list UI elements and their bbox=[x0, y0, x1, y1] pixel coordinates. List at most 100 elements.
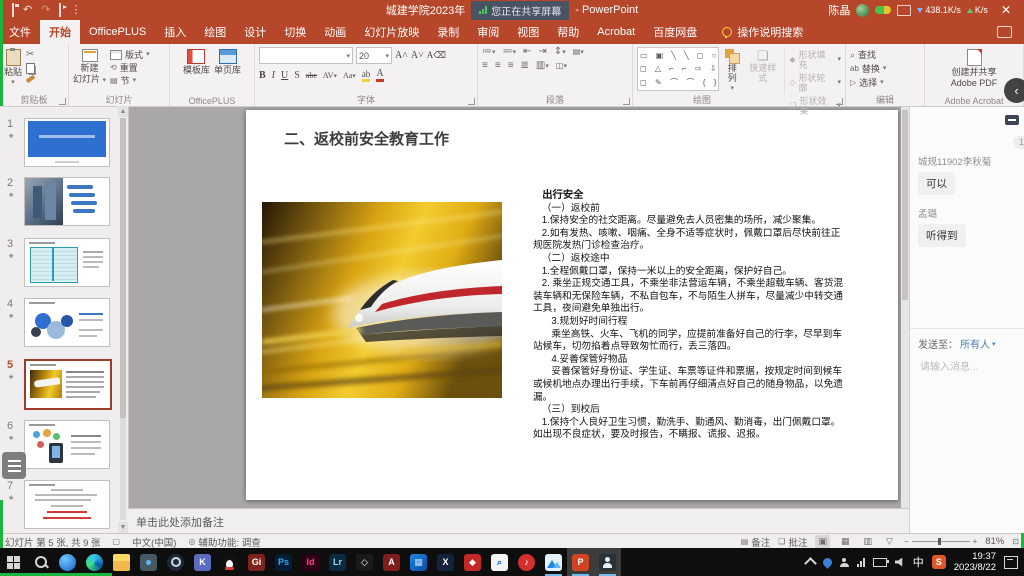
normal-view-button[interactable]: ▣ bbox=[815, 535, 830, 548]
taskbar-meeting-app[interactable] bbox=[594, 548, 621, 576]
taskbar-lanhu-app[interactable] bbox=[540, 548, 567, 576]
collapse-panel-button[interactable]: ‹ bbox=[1004, 78, 1024, 103]
text-shadow-icon[interactable]: S bbox=[294, 70, 300, 81]
chat-message-input[interactable] bbox=[918, 361, 1021, 374]
justify-icon[interactable]: ≣ bbox=[521, 61, 529, 71]
zoom-slider-thumb[interactable] bbox=[938, 538, 941, 545]
taskbar-indesign[interactable]: Id bbox=[297, 548, 324, 576]
font-dialog-launcher[interactable] bbox=[468, 98, 475, 105]
tab-acrobat[interactable]: Acrobat bbox=[588, 20, 644, 44]
copy-icon[interactable] bbox=[26, 63, 35, 74]
taskbar-x-app[interactable]: X bbox=[432, 548, 459, 576]
taskbar-search-button[interactable] bbox=[27, 548, 54, 576]
slide-sorter-view-button[interactable]: ▦ bbox=[838, 535, 853, 548]
taskbar-photoshop[interactable]: Ps bbox=[270, 548, 297, 576]
layout-button[interactable]: 版式▾ bbox=[110, 50, 150, 60]
thumbnail-scrollbar[interactable]: ▲ ▼ bbox=[118, 106, 128, 533]
start-button[interactable] bbox=[0, 548, 27, 576]
comments-bubble-icon[interactable] bbox=[997, 26, 1012, 38]
volume-icon[interactable] bbox=[895, 558, 905, 567]
taskbar-git-app[interactable]: Gi bbox=[243, 548, 270, 576]
align-center-icon[interactable]: ≡ bbox=[495, 61, 501, 71]
section-button[interactable]: ▤节▾ bbox=[110, 76, 150, 86]
change-case-icon[interactable]: Aa▾ bbox=[343, 71, 356, 80]
slide-thumbnail-7[interactable]: 7 ★ bbox=[24, 480, 108, 527]
language-indicator[interactable]: 中文(中国) bbox=[132, 535, 176, 549]
tab-home[interactable]: 开始 bbox=[40, 20, 80, 44]
taskbar-powerpoint[interactable]: P bbox=[567, 548, 594, 576]
close-icon[interactable]: ✕ bbox=[994, 3, 1018, 17]
shapes-gallery[interactable]: ▭▣╲╲◻○ ◻△⌐⌐⇨⇩ ◻✎⌒⌒{} bbox=[637, 47, 719, 91]
page-library-button[interactable]: 单页库 bbox=[214, 47, 241, 94]
ime-indicator[interactable]: 中 bbox=[913, 554, 924, 570]
replace-button[interactable]: ab替换▾ bbox=[850, 64, 886, 74]
clear-format-icon[interactable]: A⌫ bbox=[427, 50, 446, 61]
paragraph-dialog-launcher[interactable] bbox=[623, 98, 630, 105]
taskbar-steam[interactable] bbox=[162, 548, 189, 576]
slide-canvas[interactable]: 二、返校前安全教育工作 bbox=[246, 110, 898, 500]
taskbar-lightroom[interactable]: Lr bbox=[324, 548, 351, 576]
columns-icon[interactable]: ▥▾ bbox=[536, 61, 549, 71]
action-center-icon[interactable] bbox=[1004, 556, 1018, 569]
create-pdf-button[interactable]: 创建并共享 Adobe PDF bbox=[951, 47, 998, 94]
tab-view[interactable]: 视图 bbox=[508, 20, 548, 44]
taskbar-magnifier-app[interactable]: ⌕ bbox=[486, 548, 513, 576]
chat-bubble-icon[interactable] bbox=[1005, 115, 1019, 125]
zoom-slider[interactable]: − + bbox=[904, 537, 977, 546]
slide-thumbnail-5-selected[interactable]: 5 ★ bbox=[24, 359, 108, 406]
notes-toggle[interactable]: ▤备注 bbox=[741, 535, 771, 549]
taskbar-autocad[interactable]: A bbox=[378, 548, 405, 576]
line-spacing-icon[interactable]: ⇕▾ bbox=[554, 47, 566, 57]
bullets-icon[interactable]: ≔▾ bbox=[482, 47, 496, 57]
zoom-level[interactable]: 81% bbox=[985, 536, 1004, 547]
avatar[interactable] bbox=[856, 4, 869, 17]
tell-me-search[interactable]: 操作说明搜索 bbox=[722, 20, 803, 44]
display-icon[interactable] bbox=[897, 5, 911, 16]
scroll-down-icon[interactable]: ▼ bbox=[118, 522, 128, 533]
scrollbar-thumb[interactable] bbox=[120, 118, 126, 418]
drawing-dialog-launcher[interactable] bbox=[836, 98, 843, 105]
tab-slideshow[interactable]: 幻灯片放映 bbox=[355, 20, 428, 44]
underline-icon[interactable]: U bbox=[281, 70, 288, 81]
font-size-combo[interactable]: 20▾ bbox=[356, 47, 392, 64]
taskbar-remote-app[interactable] bbox=[135, 548, 162, 576]
find-button[interactable]: ⌕查找 bbox=[850, 50, 886, 60]
zoom-in-icon[interactable]: + bbox=[973, 537, 978, 546]
slideshow-view-button[interactable]: ▽ bbox=[883, 535, 896, 548]
slide-thumbnail-2[interactable]: 2 ★ bbox=[24, 177, 108, 224]
format-painter-icon[interactable] bbox=[26, 75, 36, 83]
strikethrough-icon[interactable]: abc bbox=[306, 71, 317, 80]
taskbar-blue-app[interactable]: ▦ bbox=[405, 548, 432, 576]
taskbar-red-app[interactable]: ◆ bbox=[459, 548, 486, 576]
align-right-icon[interactable]: ≡ bbox=[508, 61, 514, 71]
user-tray-icon[interactable] bbox=[840, 558, 849, 567]
reading-view-button[interactable]: ▥ bbox=[861, 535, 876, 548]
new-slide-button[interactable]: 新建 幻灯片 ▾ bbox=[73, 47, 106, 94]
shape-fill-button[interactable]: ◆形状填充▾ bbox=[789, 50, 841, 70]
tab-review[interactable]: 审阅 bbox=[468, 20, 508, 44]
zoom-out-icon[interactable]: − bbox=[904, 537, 909, 546]
tab-draw[interactable]: 绘图 bbox=[195, 20, 235, 44]
taskbar-file-explorer[interactable] bbox=[108, 548, 135, 576]
scrollbar-thumb[interactable] bbox=[902, 110, 908, 300]
redo-icon[interactable]: ↷ bbox=[41, 5, 50, 16]
quick-styles-button[interactable]: ❏ 快速样式 bbox=[745, 47, 780, 94]
tab-help[interactable]: 帮助 bbox=[548, 20, 588, 44]
numbering-icon[interactable]: ≕▾ bbox=[503, 47, 517, 57]
accessibility-status[interactable]: ◎ 辅助功能: 调查 bbox=[188, 535, 260, 549]
taskbar-netease-music[interactable]: ♪ bbox=[513, 548, 540, 576]
taskbar-clock[interactable]: 19:37 2023/8/22 bbox=[954, 551, 996, 573]
taskbar-edge[interactable] bbox=[81, 548, 108, 576]
slide-thumbnail-1[interactable]: 1 ★ bbox=[24, 118, 108, 165]
annotation-toolbar-button[interactable] bbox=[2, 452, 26, 479]
comments-toggle[interactable]: ❏批注 bbox=[778, 535, 807, 549]
start-presentation-icon[interactable] bbox=[59, 4, 61, 16]
battery-icon[interactable] bbox=[873, 558, 887, 567]
location-icon[interactable] bbox=[821, 556, 834, 569]
char-spacing-icon[interactable]: AV▾ bbox=[323, 71, 337, 80]
clipboard-dialog-launcher[interactable] bbox=[59, 98, 66, 105]
increase-indent-icon[interactable]: ⇥ bbox=[538, 47, 546, 57]
slide-thumbnail-4[interactable]: 4 ★ bbox=[24, 298, 108, 345]
reset-button[interactable]: ⟲重置 bbox=[110, 63, 150, 73]
slide-thumbnail-3[interactable]: 3 ★ bbox=[24, 238, 108, 285]
